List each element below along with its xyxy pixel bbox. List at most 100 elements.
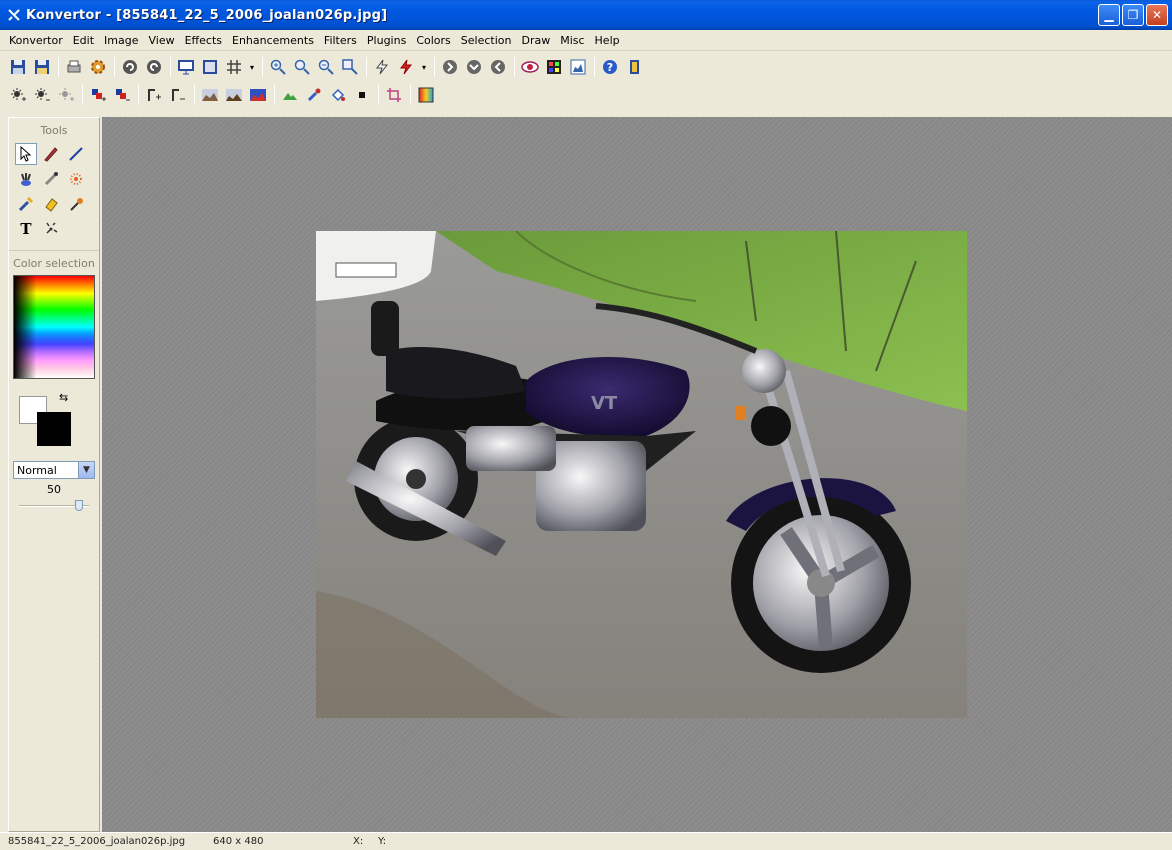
redo-icon	[147, 60, 161, 74]
background-color-swatch[interactable]	[37, 412, 71, 446]
brush-tool[interactable]	[40, 168, 62, 190]
restore-button[interactable]: ❐	[1122, 4, 1144, 26]
menu-help[interactable]: Help	[590, 34, 625, 47]
crop-button[interactable]	[384, 85, 404, 105]
menu-enhancements[interactable]: Enhancements	[227, 34, 319, 47]
redo-button[interactable]	[144, 57, 164, 77]
arrow-right-circle-icon	[443, 60, 457, 74]
dropper-tool[interactable]	[65, 193, 87, 215]
slideshow-button[interactable]	[176, 57, 196, 77]
airbrush-tool[interactable]	[15, 168, 37, 190]
minimize-icon: ▁	[1104, 8, 1114, 22]
effects-tool[interactable]	[40, 218, 62, 240]
gamma-down-icon	[172, 89, 185, 101]
zoom-fit-button[interactable]	[340, 57, 360, 77]
grid-dropdown[interactable]: ▾	[248, 57, 256, 77]
save-icon	[11, 60, 25, 74]
clone-tool[interactable]	[15, 193, 37, 215]
brightness-up-button[interactable]	[8, 85, 28, 105]
gamma-up-icon	[148, 89, 161, 101]
menu-selection[interactable]: Selection	[456, 34, 517, 47]
contrast-down-icon	[116, 89, 130, 101]
status-bar: 855841_22_5_2006_joalan026p.jpg 640 x 48…	[0, 832, 1172, 850]
contrast-down-button[interactable]	[112, 85, 132, 105]
opacity-slider[interactable]	[19, 500, 89, 512]
image-canvas[interactable]: VT	[316, 231, 967, 718]
menu-plugins[interactable]: Plugins	[362, 34, 411, 47]
menu-filters[interactable]: Filters	[319, 34, 362, 47]
status-filename: 855841_22_5_2006_joalan026p.jpg	[8, 836, 186, 847]
line-tool[interactable]	[65, 143, 87, 165]
menu-misc[interactable]: Misc	[555, 34, 589, 47]
title-bar[interactable]: Konvertor - [855841_22_5_2006_joalan026p…	[0, 0, 1172, 30]
sharpen-button[interactable]	[280, 85, 300, 105]
small-square-button[interactable]	[352, 85, 372, 105]
blend-mode-select[interactable]: Normal ▼	[13, 461, 95, 479]
swap-colors-icon[interactable]: ⇆	[59, 391, 68, 404]
undo-icon	[123, 60, 137, 74]
gamma-up-button[interactable]	[144, 85, 164, 105]
menu-view[interactable]: View	[144, 34, 180, 47]
color-balance-button[interactable]	[248, 85, 268, 105]
opacity-slider-thumb[interactable]	[74, 500, 83, 511]
brightness-down-button[interactable]	[32, 85, 52, 105]
save-button[interactable]	[8, 57, 28, 77]
color-balance-icon	[250, 89, 266, 101]
contrast-up-button[interactable]	[88, 85, 108, 105]
effect-dropdown[interactable]: ▾	[420, 57, 428, 77]
zoom-in-button[interactable]	[268, 57, 288, 77]
canvas-workspace[interactable]: VT	[102, 117, 1172, 832]
menu-edit[interactable]: Edit	[68, 34, 99, 47]
brightness-reset-button[interactable]	[56, 85, 76, 105]
text-tool[interactable]: T	[15, 218, 37, 240]
red-eye-button[interactable]	[520, 57, 540, 77]
prev-button[interactable]	[440, 57, 460, 77]
help-button[interactable]: ?	[600, 57, 620, 77]
pencil-icon	[44, 147, 58, 162]
effect-red-button[interactable]	[396, 57, 416, 77]
fullscreen-button[interactable]	[200, 57, 220, 77]
settings-button[interactable]	[88, 57, 108, 77]
chevron-down-icon: ▾	[421, 62, 426, 72]
pointer-tool[interactable]	[15, 143, 37, 165]
down-button[interactable]	[464, 57, 484, 77]
gamma-down-button[interactable]	[168, 85, 188, 105]
konvertor-icon	[6, 7, 22, 23]
fill-button[interactable]	[328, 85, 348, 105]
zoom-button[interactable]	[292, 57, 312, 77]
motorcycle-photo: VT	[316, 231, 967, 718]
close-button[interactable]: ✕	[1146, 4, 1168, 26]
airbrush-icon	[21, 173, 31, 186]
pencil-tool[interactable]	[40, 143, 62, 165]
color-spectrum[interactable]	[13, 275, 95, 379]
menu-colors[interactable]: Colors	[411, 34, 455, 47]
thumbnails-button[interactable]	[544, 57, 564, 77]
spray-icon	[70, 173, 82, 185]
help-icon: ?	[603, 60, 617, 74]
menu-konvertor[interactable]: Konvertor	[4, 34, 68, 47]
effect-button[interactable]	[372, 57, 392, 77]
main-toolbar: ▾ ▾ ?	[0, 54, 1172, 80]
minimize-button[interactable]: ▁	[1098, 4, 1120, 26]
eraser-tool[interactable]	[40, 193, 62, 215]
exit-button[interactable]	[624, 57, 644, 77]
undo-button[interactable]	[120, 57, 140, 77]
curves-button[interactable]	[224, 85, 244, 105]
menu-effects[interactable]: Effects	[180, 34, 227, 47]
color-selection-title: Color selection	[9, 250, 99, 270]
histogram-button[interactable]	[568, 57, 588, 77]
paint-bucket-icon	[331, 88, 345, 102]
grid-icon	[227, 60, 241, 74]
menu-image[interactable]: Image	[99, 34, 143, 47]
svg-text:?: ?	[607, 61, 613, 74]
save-as-button[interactable]	[32, 57, 52, 77]
zoom-out-button[interactable]	[316, 57, 336, 77]
print-button[interactable]	[64, 57, 84, 77]
colors-button[interactable]	[416, 85, 436, 105]
back-button[interactable]	[488, 57, 508, 77]
grid-button[interactable]	[224, 57, 244, 77]
levels-button[interactable]	[200, 85, 220, 105]
eyedropper-button[interactable]	[304, 85, 324, 105]
menu-draw[interactable]: Draw	[516, 34, 555, 47]
spray-tool[interactable]	[65, 168, 87, 190]
